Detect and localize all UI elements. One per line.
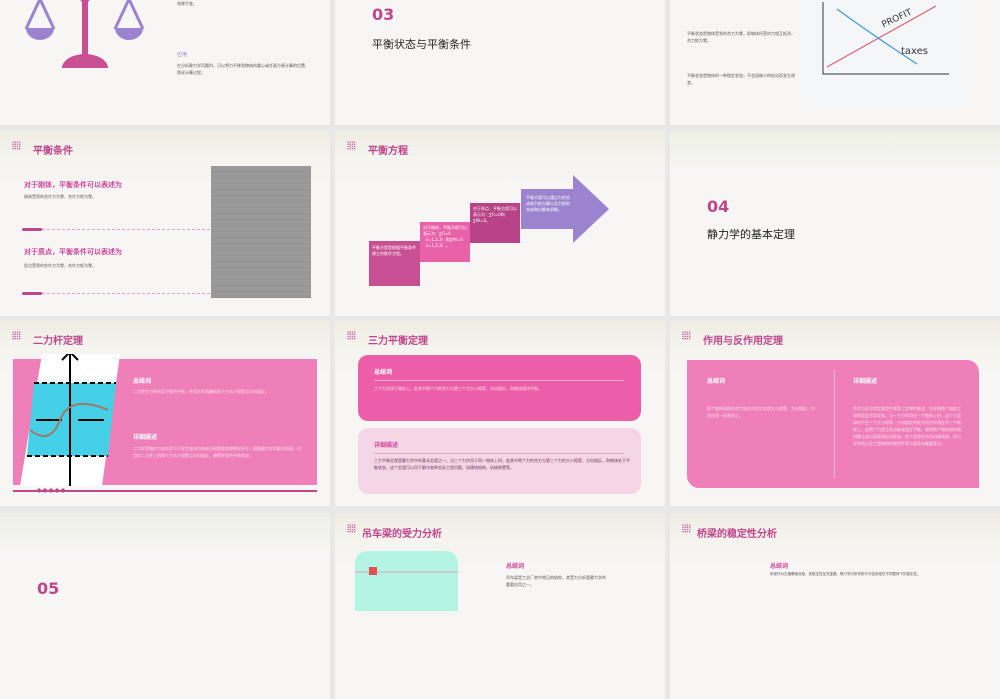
sketch-photo xyxy=(211,166,311,298)
section-title: 静力学的基本定理 xyxy=(707,228,795,241)
slide-three-force[interactable]: 三力平衡定理 总结词 三个力作用于物体上，若其中两个力的合力与第三个力大小相等、… xyxy=(335,320,665,506)
detail-heading: 详细描述 xyxy=(853,378,878,385)
text-p1: 平衡状态是物体受到的合力为零，即物体所受的力相互抵消，合力矩为零。 xyxy=(687,31,795,43)
slide-title: 作用与反作用定理 xyxy=(703,336,783,347)
crane-illustration xyxy=(355,551,458,611)
taxes-label: taxes xyxy=(901,46,929,57)
summary-body: 二力杆在力的作用下保持平衡，作用在杆两端的两个力大小相等且方向相反。 xyxy=(133,389,269,394)
slide-two-force-member[interactable]: 二力杆定理 总结词 二力杆在力的作用下保持平衡，作用在杆两端的两个力大小相等且方… xyxy=(0,320,330,506)
detail-body: 三力平衡定理是静力学中的基本定理之一。当三个力作用于同一物体上时，若其中两个力的… xyxy=(374,458,630,470)
step-1: 平衡方程是根据平衡条件建立的数学方程。 xyxy=(369,241,420,286)
summary-body: 吊车梁是工业厂房中常见的结构，其受力分析是静力学的重要应用之一。 xyxy=(506,575,606,587)
slide-section-04[interactable]: 04 静力学的基本定理 xyxy=(670,130,1000,316)
summary-heading: 总结词 xyxy=(133,378,152,385)
dots-icon xyxy=(12,331,21,340)
detail-body: 作用与反作用定理是牛顿第三定律的表述，它说明两个物体之间的相互作用关系。当一个力… xyxy=(853,406,961,446)
slide-section-03[interactable]: 03 平衡状态与平衡条件 xyxy=(335,0,665,125)
detail-card: 详细描述 三力平衡定理是静力学中的基本定理之一。当三个力作用于同一物体上时，若其… xyxy=(358,428,641,494)
summary-body: 桥梁作为交通基础设施，其稳定性至关重要。静力学分析有助于评估桥梁在不同载荷下的稳… xyxy=(770,572,921,576)
text-p2: 平衡状态是物体的一种稳定状态，不会因微小的扰动而发生改变。 xyxy=(687,73,795,85)
heading-application: 应用 xyxy=(177,52,188,58)
slide-crane-beam[interactable]: 吊车梁的受力分析 总结词 吊车梁是工业厂房中常见的结构，其受力分析是静力学的重要… xyxy=(335,513,665,699)
body-application: 在分析静力学问题时，可以将力平移到物体的重心或任意方便计算的位置，简化计算过程。 xyxy=(177,63,309,75)
slide-action-reaction[interactable]: 作用与反作用定理 总结词 两个物体间的作用力和反作用力总是大小相等、方向相反，作… xyxy=(670,320,1000,506)
divider xyxy=(22,228,42,231)
section-title: 平衡状态与平衡条件 xyxy=(372,38,471,51)
balance-scale-icon xyxy=(24,0,145,68)
divider-line xyxy=(42,293,210,294)
section-number: 04 xyxy=(707,197,730,216)
divider-line xyxy=(42,229,210,230)
text-tail: 效果不变。 xyxy=(177,1,197,6)
profit-taxes-image: PROFIT taxes xyxy=(801,0,969,106)
step-4: 平衡方程可以通过力的合成和力的分解以及力矩的合成和分解来求解。 xyxy=(526,195,570,212)
slide-balance-application[interactable]: 效果不变。 应用 在分析静力学问题时，可以将力平移到物体的重心或任意方便计算的位… xyxy=(0,0,330,125)
detail-heading: 详细描述 xyxy=(374,442,399,449)
summary-heading: 总结词 xyxy=(707,378,726,385)
dots-icon xyxy=(682,524,691,533)
slide-equilibrium-state[interactable]: 平衡状态是物体受到的合力为零，即物体所受的力相互抵消，合力矩为零。 平衡状态是物… xyxy=(670,0,1000,125)
body-rigid: 刚体受到的合外力为零，合外力矩为零。 xyxy=(24,194,96,199)
dots-icon xyxy=(347,331,356,340)
subheading-rigid: 对于刚体，平衡条件可以表述为 xyxy=(24,181,122,189)
summary-body: 两个物体间的作用力和反作用力总是大小相等、方向相反，作用在同一条直线上。 xyxy=(707,406,815,418)
detail-heading: 详细描述 xyxy=(133,434,158,441)
section-number: 03 xyxy=(372,5,395,24)
pager-dots[interactable] xyxy=(36,488,66,493)
slide-section-05[interactable]: 05 xyxy=(0,513,330,699)
dots-icon xyxy=(12,141,21,150)
crane-cab-icon xyxy=(369,567,377,575)
subheading-particle: 对于质点，平衡条件可以表述为 xyxy=(24,248,122,256)
section-number: 05 xyxy=(37,579,60,598)
slide-bridge-stability[interactable]: 桥梁的稳定性分析 总结词 桥梁作为交通基础设施，其稳定性至关重要。静力学分析有助… xyxy=(670,513,1000,699)
divider xyxy=(374,453,624,454)
summary-body: 三个力作用于物体上，若其中两个力的合力与第三个力大小相等、方向相反，则物体保持平… xyxy=(374,386,542,391)
step-3: 对于质点，平衡方程可以表示为：∑Fi=0和∑Mi=0。 xyxy=(470,203,520,243)
slide-title: 三力平衡定理 xyxy=(368,336,428,347)
step-2: 对于刚体，平衡方程可以表示为：∑Fi=0（i=1,2,3）和∑Mi=0（i=1,… xyxy=(420,222,470,262)
slide-title: 桥梁的稳定性分析 xyxy=(697,529,777,540)
divider xyxy=(374,380,624,381)
dots-icon xyxy=(347,524,356,533)
divider xyxy=(22,292,42,295)
summary-heading: 总结词 xyxy=(770,563,789,570)
slide-title: 平衡方程 xyxy=(368,146,408,157)
dots-icon xyxy=(682,331,691,340)
body-particle: 质点受到的合外力为零，合外力矩为零。 xyxy=(24,263,96,268)
slide-title: 二力杆定理 xyxy=(33,336,83,347)
slide-title: 吊车梁的受力分析 xyxy=(362,529,442,540)
dots-icon xyxy=(347,141,356,150)
detail-body: 二力杆是指在力的作用下只发生轴向拉伸或压缩而变的理想化杆件。根据静力学的基本原理… xyxy=(133,446,301,458)
slide-equilibrium-equations[interactable]: 平衡方程 平衡方程是根据平衡条件建立的数学方程。 对于刚体，平衡方程可以表示为：… xyxy=(335,130,665,316)
summary-heading: 总结词 xyxy=(374,369,393,376)
slide-equilibrium-conditions[interactable]: 平衡条件 对于刚体，平衡条件可以表述为 刚体受到的合外力为零，合外力矩为零。 对… xyxy=(0,130,330,316)
divider xyxy=(834,370,835,478)
two-force-diagram-icon xyxy=(20,354,120,486)
slide-title: 平衡条件 xyxy=(33,146,73,157)
summary-heading: 总结词 xyxy=(506,563,525,570)
summary-card: 总结词 三个力作用于物体上，若其中两个力的合力与第三个力大小相等、方向相反，则物… xyxy=(358,355,641,421)
pink-panel: 总结词 两个物体间的作用力和反作用力总是大小相等、方向相反，作用在同一条直线上。… xyxy=(687,360,979,488)
